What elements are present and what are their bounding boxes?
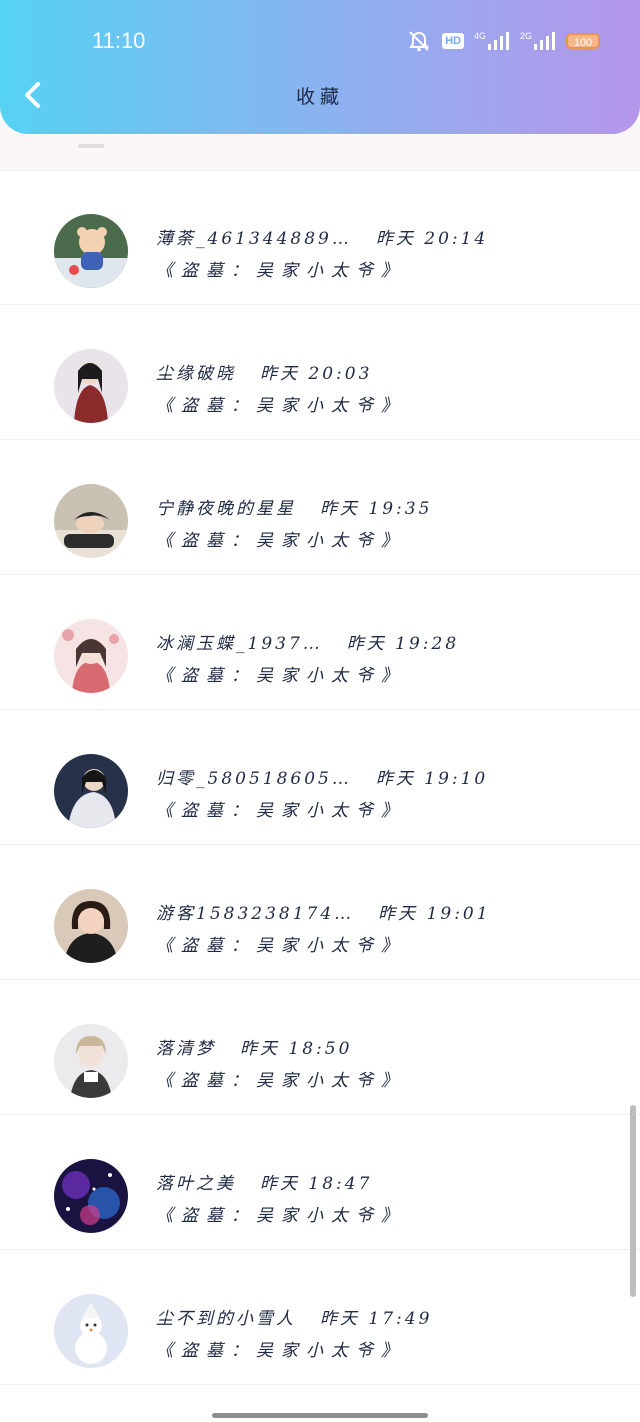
battery-icon: 100: [566, 33, 600, 49]
book-title: 《盗墓：吴家小太爷》: [156, 1341, 406, 1361]
list-item[interactable]: 尘不到的小雪人 昨天 17:49 《盗墓：吴家小太爷》: [0, 1250, 640, 1385]
timestamp: 昨天 19:28: [346, 634, 460, 654]
book-title: 《盗墓：吴家小太爷》: [156, 1206, 406, 1226]
page-title: 收藏: [295, 86, 344, 108]
hd-icon: HD: [442, 33, 464, 49]
timestamp: 昨天 20:14: [375, 229, 489, 249]
status-time: 11:10: [92, 28, 146, 53]
user-name: 薄荼_461344889…: [156, 229, 352, 249]
list-item[interactable]: 落叶之美 昨天 18:47 《盗墓：吴家小太爷》: [0, 1115, 640, 1250]
list-item[interactable]: 宁静夜晚的星星 昨天 19:35 《盗墓：吴家小太爷》: [0, 440, 640, 575]
user-name: 冰澜玉蝶_1937…: [156, 634, 323, 654]
signal-icon: 4G: [474, 32, 510, 50]
user-name: 落清梦: [156, 1039, 216, 1059]
partial-avatar: [78, 144, 104, 148]
timestamp: 昨天 19:01: [378, 904, 491, 924]
home-indicator[interactable]: [212, 1413, 428, 1418]
avatar: [54, 754, 128, 828]
avatar: [54, 1159, 128, 1233]
mute-bell-icon: [406, 30, 432, 52]
avatar: [54, 889, 128, 963]
avatar: [54, 1024, 128, 1098]
user-name: 游客1583238174…: [156, 904, 355, 924]
list-item[interactable]: 落清梦 昨天 18:50 《盗墓：吴家小太爷》: [0, 980, 640, 1115]
avatar: [54, 619, 128, 693]
timestamp: 昨天 18:50: [240, 1039, 353, 1059]
user-name: 落叶之美: [156, 1174, 236, 1194]
avatar: [54, 484, 128, 558]
avatar: [54, 214, 128, 288]
user-name: 尘不到的小雪人: [156, 1309, 296, 1329]
scrollbar[interactable]: [630, 1105, 636, 1297]
list-item[interactable]: 薄荼_461344889… 昨天 20:14 《盗墓：吴家小太爷》: [0, 170, 640, 305]
book-title: 《盗墓：吴家小太爷》: [156, 396, 406, 416]
list-item[interactable]: 尘缘破晓 昨天 20:03 《盗墓：吴家小太爷》: [0, 305, 640, 440]
user-name: 尘缘破晓: [156, 364, 236, 384]
list-item[interactable]: 归零_580518605… 昨天 19:10 《盗墓：吴家小太爷》: [0, 710, 640, 845]
list-item[interactable]: 冰澜玉蝶_1937… 昨天 19:28 《盗墓：吴家小太爷》: [0, 575, 640, 710]
avatar: [54, 349, 128, 423]
book-title: 《盗墓：吴家小太爷》: [156, 936, 406, 956]
status-icons: HD 4G 2G 100: [406, 30, 600, 52]
avatar: [54, 1294, 128, 1368]
book-title: 《盗墓：吴家小太爷》: [156, 666, 406, 686]
book-title: 《盗墓：吴家小太爷》: [156, 261, 406, 281]
timestamp: 昨天 18:47: [260, 1174, 373, 1194]
signal-icon: 2G: [520, 32, 556, 50]
favorites-list: 薄荼_461344889… 昨天 20:14 《盗墓：吴家小太爷》 尘缘破晓 昨天 …: [0, 170, 640, 1385]
timestamp: 昨天 19:10: [375, 769, 489, 789]
book-title: 《盗墓：吴家小太爷》: [156, 801, 406, 821]
timestamp: 昨天 20:03: [260, 364, 373, 384]
list-item[interactable]: 游客1583238174… 昨天 19:01 《盗墓：吴家小太爷》: [0, 845, 640, 980]
network-label: 4G: [473, 31, 486, 41]
book-title: 《盗墓：吴家小太爷》: [156, 1071, 406, 1091]
user-name: 宁静夜晚的星星: [156, 499, 296, 519]
book-title: 《盗墓：吴家小太爷》: [156, 531, 406, 551]
timestamp: 昨天 17:49: [320, 1309, 433, 1329]
user-name: 归零_580518605…: [156, 769, 352, 789]
header-bar: 11:10 HD 4G 2G 100 收藏: [0, 0, 640, 134]
timestamp: 昨天 19:35: [320, 499, 433, 519]
network-label: 2G: [519, 31, 532, 41]
